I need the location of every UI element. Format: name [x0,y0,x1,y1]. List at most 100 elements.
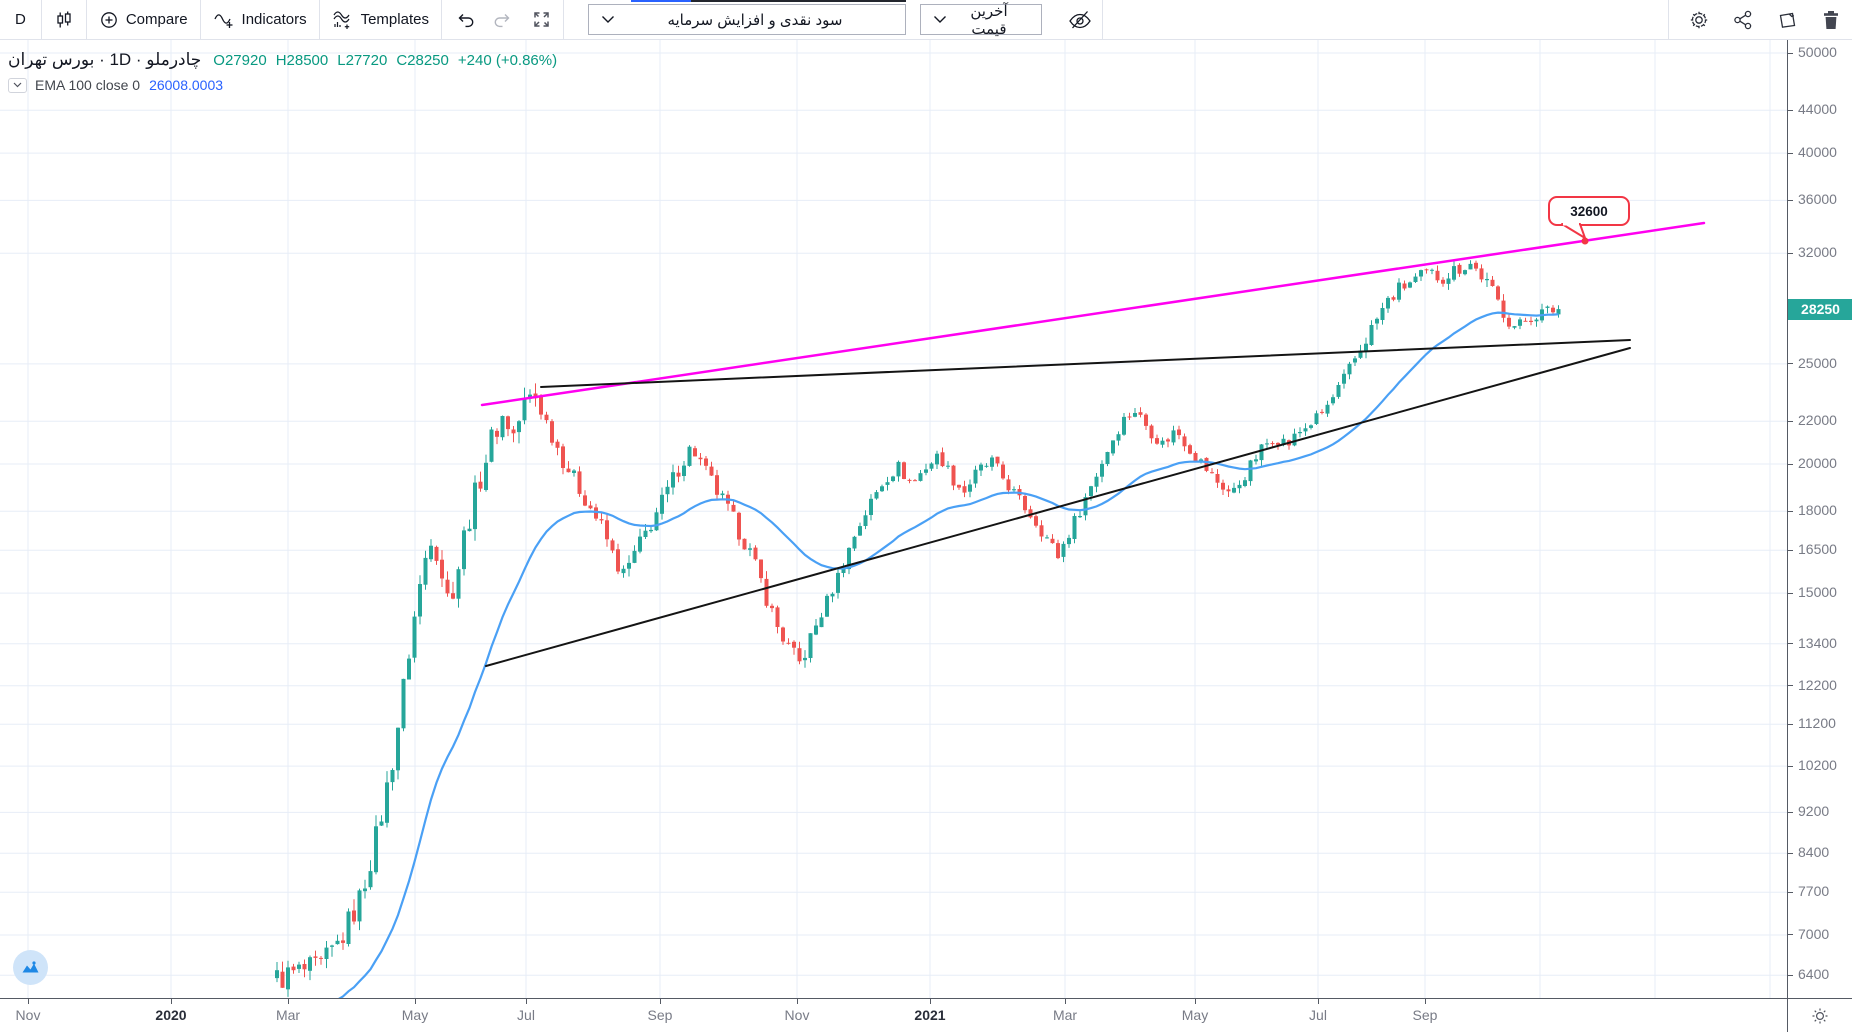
price-tick-mark [1788,593,1793,594]
price-tick-label: 15000 [1798,584,1837,600]
share-button[interactable] [1721,0,1765,40]
price-tick-mark [1788,253,1793,254]
time-tick-mark [288,999,289,1004]
price-tick-mark [1788,643,1793,644]
time-tick-mark [171,999,172,1004]
price-tick-mark [1788,464,1793,465]
symbol-title[interactable]: چادرملو · 1D · بورس تهران [8,50,201,70]
price-tick-label: 7700 [1798,883,1829,899]
price-callout[interactable]: 32600 [1549,197,1629,245]
price-tick-mark [1788,685,1793,686]
gear-icon [1688,9,1710,31]
last-price-dropdown[interactable]: آخرین قیمت [920,4,1042,35]
callout-text: 32600 [1570,204,1608,219]
undo-button[interactable] [442,0,484,40]
price-tick-label: 16500 [1798,541,1837,557]
circle-plus-icon [99,10,119,30]
time-tick-label: Sep [630,1007,690,1023]
price-tick-label: 25000 [1798,355,1837,371]
price-tick-mark [1788,975,1793,976]
price-tick-label: 40000 [1798,144,1837,160]
redo-button[interactable] [484,0,520,40]
last-price-badge: 28250 [1788,299,1852,320]
time-tick-label: Mar [1035,1007,1095,1023]
time-axis[interactable]: Nov2020MarMayJulSepNov2021MarMayJulSep [0,998,1852,1032]
price-tick-mark [1788,550,1793,551]
price-axis[interactable]: 5000044000400003600032000250002200020000… [1787,40,1852,998]
indicator-collapse-button[interactable] [8,78,27,93]
focus-line-blue [631,0,691,2]
adjustments-dropdown-value: سود نقدی و افزایش سرمایه [615,11,905,29]
time-tick-label: 2020 [141,1007,201,1023]
fullscreen-button[interactable] [520,0,563,40]
chevron-down-icon [933,15,947,24]
time-tick-mark [797,999,798,1004]
indicator-wave-icon [213,10,235,30]
price-tick-mark [1788,934,1793,935]
delete-button[interactable] [1810,0,1852,40]
time-tick-mark [1065,999,1066,1004]
time-tick-mark [28,999,29,1004]
ema-line[interactable] [277,313,1559,998]
price-tick-label: 10200 [1798,757,1837,773]
time-tick-label: May [385,1007,445,1023]
time-tick-label: Mar [258,1007,318,1023]
tradingview-chart-page: { "toolbar": { "timeframe": "D", "compar… [0,0,1852,1032]
price-tick-mark [1788,766,1793,767]
mountain-chart-icon [20,957,41,978]
sun-icon [1811,1007,1829,1025]
price-tick-mark [1788,724,1793,725]
price-tick-mark [1788,153,1793,154]
candlestick-icon [54,10,74,30]
price-tick-mark [1788,892,1793,893]
price-tick-label: 22000 [1798,412,1837,428]
time-tick-label: Jul [496,1007,556,1023]
settings-button[interactable] [1677,0,1721,40]
adjustments-dropdown[interactable]: سود نقدی و افزایش سرمایه [588,4,906,35]
toolbar-right-group [1668,0,1852,40]
fullscreen-icon [532,10,551,29]
price-tick-label: 36000 [1798,191,1837,207]
time-tick-mark [1425,999,1426,1004]
snapshot-button[interactable] [1765,0,1810,40]
axis-settings-corner[interactable] [1787,999,1852,1032]
toolbar-separator [563,0,564,40]
toolbar-separator [1668,0,1669,40]
price-tick-mark [1788,53,1793,54]
price-tick-label: 20000 [1798,455,1837,471]
grid-lines [0,40,1787,998]
time-tick-mark [1195,999,1196,1004]
wedge-support-line[interactable] [486,348,1630,666]
chart-area[interactable]: 32600 چادرملو · 1D · بورس تهران O27920 H… [0,40,1852,998]
last-price-dropdown-value: آخرین قیمت [947,2,1041,38]
templates-label: Templates [361,11,429,28]
templates-button[interactable]: Templates [320,0,441,40]
price-tick-mark [1788,511,1793,512]
chart-type-button[interactable] [42,0,86,40]
redo-icon [492,11,512,29]
time-tick-label: Jul [1288,1007,1348,1023]
compare-button[interactable]: Compare [87,0,200,40]
hide-marks-button[interactable] [1058,0,1102,40]
indicators-label: Indicators [242,11,307,28]
price-chart[interactable]: 32600 [0,40,1787,998]
timeframe-button[interactable]: D [0,0,41,40]
price-tick-label: 11200 [1798,715,1836,731]
time-tick-mark [930,999,931,1004]
indicators-button[interactable]: Indicators [201,0,319,40]
price-tick-mark [1788,812,1793,813]
toolbar-separator [1102,0,1103,40]
time-tick-label: Nov [0,1007,58,1023]
trash-icon [1821,9,1841,31]
snapshot-icon [1776,9,1799,31]
price-tick-label: 7000 [1798,926,1829,942]
time-tick-mark [1318,999,1319,1004]
price-tick-mark [1788,363,1793,364]
price-tick-label: 32000 [1798,244,1837,260]
eye-slash-icon [1068,9,1092,31]
price-tick-mark [1788,200,1793,201]
price-tick-label: 9200 [1798,803,1829,819]
time-tick-mark [526,999,527,1004]
chart-preview-button[interactable] [13,950,48,985]
time-tick-label: 2021 [900,1007,960,1023]
